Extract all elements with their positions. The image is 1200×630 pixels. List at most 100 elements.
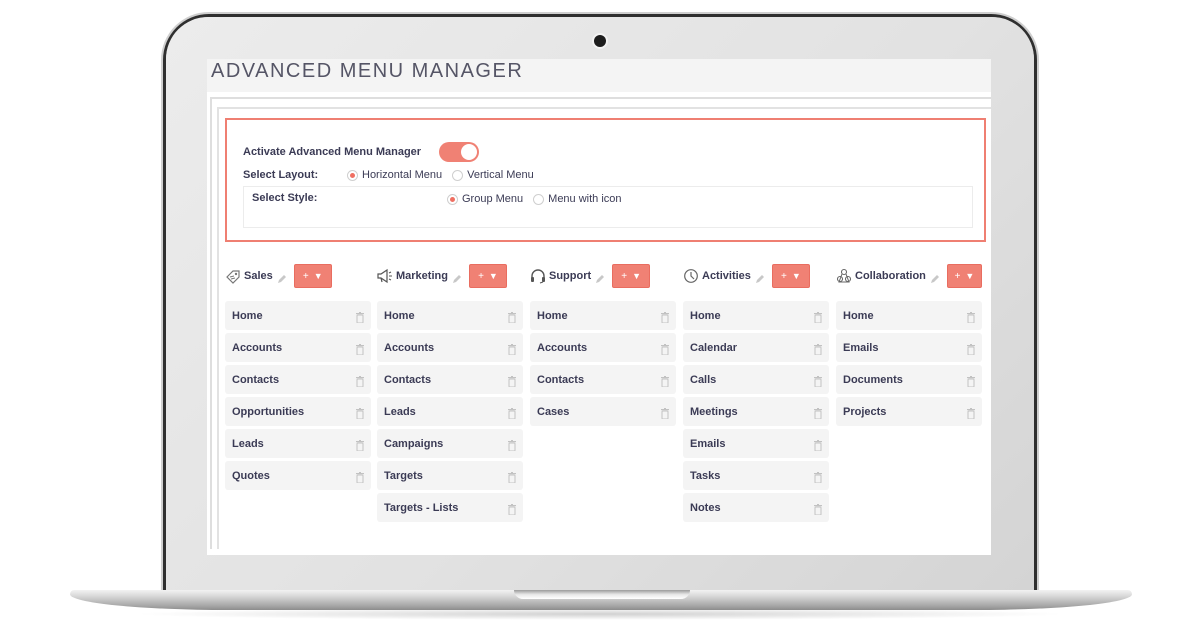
trash-icon[interactable]: [814, 502, 822, 516]
plus-icon: +: [478, 270, 484, 282]
menu-item[interactable]: Contacts: [377, 365, 523, 394]
style-radio-group-menu[interactable]: [447, 193, 458, 205]
menu-item[interactable]: Targets: [377, 461, 523, 490]
trash-icon[interactable]: [356, 342, 364, 356]
menu-item[interactable]: Meetings: [683, 397, 829, 426]
menu-group-collaboration: Collaboration + ▼ Home Emails Documents Projec…: [836, 264, 982, 429]
add-menu-item-button[interactable]: + ▼: [946, 264, 982, 288]
menu-item[interactable]: Accounts: [530, 333, 676, 362]
menu-item-label: Emails: [843, 341, 879, 354]
group-items: Home Calendar Calls Meetings Emails Tasks Note…: [683, 301, 829, 522]
trash-icon[interactable]: [356, 374, 364, 388]
trash-icon[interactable]: [356, 406, 364, 420]
style-radio-menu-with-icon[interactable]: [533, 193, 545, 205]
trash-icon[interactable]: [814, 310, 822, 324]
style-option-menu-with-icon[interactable]: Menu with icon: [548, 193, 621, 205]
add-menu-item-button[interactable]: + ▼: [293, 264, 332, 288]
menu-item-label: Projects: [843, 405, 887, 418]
menu-item[interactable]: Documents: [836, 365, 982, 394]
menu-item[interactable]: Calendar: [683, 333, 829, 362]
trash-icon[interactable]: [661, 406, 669, 420]
menu-item[interactable]: Emails: [683, 429, 829, 458]
menu-item[interactable]: Cases: [530, 397, 676, 426]
trash-icon[interactable]: [967, 406, 975, 420]
trash-icon[interactable]: [356, 310, 364, 324]
menu-item[interactable]: Home: [530, 301, 676, 330]
menu-item[interactable]: Quotes: [225, 461, 371, 490]
menu-item[interactable]: Leads: [225, 429, 371, 458]
menu-item[interactable]: Opportunities: [225, 397, 371, 426]
layout-radio-vertical[interactable]: [452, 169, 464, 181]
clock-icon: [683, 268, 699, 284]
trash-icon[interactable]: [508, 438, 516, 452]
menu-item-label: Campaigns: [384, 437, 444, 450]
trash-icon[interactable]: [967, 374, 975, 388]
trash-icon[interactable]: [814, 470, 822, 484]
plus-icon: +: [302, 270, 309, 282]
menu-item[interactable]: Notes: [683, 493, 829, 522]
menu-item[interactable]: Targets - Lists: [377, 493, 523, 522]
menu-item[interactable]: Home: [225, 301, 371, 330]
group-header: Marketing + ▼: [377, 264, 523, 288]
trash-icon[interactable]: [814, 342, 822, 356]
menu-item[interactable]: Campaigns: [377, 429, 523, 458]
trash-icon[interactable]: [967, 342, 975, 356]
layout-option-vertical[interactable]: Vertical Menu: [467, 169, 534, 181]
layout-radio-group: Horizontal Menu Vertical Menu: [347, 169, 544, 181]
menu-item[interactable]: Home: [377, 301, 523, 330]
menu-item-label: Calendar: [690, 341, 738, 354]
trash-icon[interactable]: [661, 310, 669, 324]
trash-icon[interactable]: [356, 438, 364, 452]
trash-icon[interactable]: [814, 374, 822, 388]
trash-icon[interactable]: [967, 310, 975, 324]
menu-item[interactable]: Contacts: [530, 365, 676, 394]
menu-item-label: Emails: [690, 437, 726, 450]
activate-toggle[interactable]: [439, 142, 480, 162]
collaboration-icon: [836, 268, 852, 284]
menu-item-label: Quotes: [232, 469, 270, 482]
trash-icon[interactable]: [508, 406, 516, 420]
menu-item-label: Contacts: [537, 373, 585, 386]
menu-item-label: Home: [384, 309, 415, 322]
edit-pencil-icon[interactable]: [452, 271, 462, 283]
style-radio-group: Group Menu Menu with icon: [447, 193, 632, 205]
menu-item-label: Targets - Lists: [384, 501, 459, 514]
style-option-group-menu[interactable]: Group Menu: [462, 193, 523, 205]
trash-icon[interactable]: [661, 374, 669, 388]
edit-pencil-icon[interactable]: [930, 271, 940, 283]
menu-item-label: Accounts: [537, 341, 588, 354]
trash-icon[interactable]: [508, 502, 516, 516]
menu-item[interactable]: Calls: [683, 365, 829, 394]
add-menu-item-button[interactable]: + ▼: [771, 264, 810, 288]
trash-icon[interactable]: [661, 342, 669, 356]
menu-item[interactable]: Leads: [377, 397, 523, 426]
add-menu-item-button[interactable]: + ▼: [468, 264, 507, 288]
trash-icon[interactable]: [814, 406, 822, 420]
add-menu-item-button[interactable]: + ▼: [612, 264, 651, 288]
menu-item[interactable]: Accounts: [225, 333, 371, 362]
menu-item[interactable]: Accounts: [377, 333, 523, 362]
edit-pencil-icon[interactable]: [595, 271, 605, 283]
group-items: Home Accounts Contacts Opportunities Leads Qu…: [225, 301, 371, 490]
edit-pencil-icon[interactable]: [755, 271, 765, 283]
menu-item[interactable]: Home: [683, 301, 829, 330]
trash-icon[interactable]: [508, 470, 516, 484]
trash-icon[interactable]: [508, 310, 516, 324]
menu-item[interactable]: Tasks: [683, 461, 829, 490]
layout-option-horizontal[interactable]: Horizontal Menu: [362, 169, 442, 181]
edit-pencil-icon[interactable]: [277, 271, 287, 283]
tag-icon: [225, 268, 241, 284]
menu-item[interactable]: Contacts: [225, 365, 371, 394]
trash-icon[interactable]: [508, 342, 516, 356]
trash-icon[interactable]: [814, 438, 822, 452]
camera-icon: [594, 35, 606, 47]
trash-icon[interactable]: [356, 470, 364, 484]
laptop-notch: [514, 590, 690, 599]
menu-item-label: Targets: [384, 469, 423, 482]
group-items: Home Accounts Contacts Leads Campaigns Target…: [377, 301, 523, 522]
trash-icon[interactable]: [508, 374, 516, 388]
menu-item[interactable]: Emails: [836, 333, 982, 362]
layout-radio-horizontal[interactable]: [347, 169, 358, 181]
menu-item[interactable]: Projects: [836, 397, 982, 426]
menu-item[interactable]: Home: [836, 301, 982, 330]
